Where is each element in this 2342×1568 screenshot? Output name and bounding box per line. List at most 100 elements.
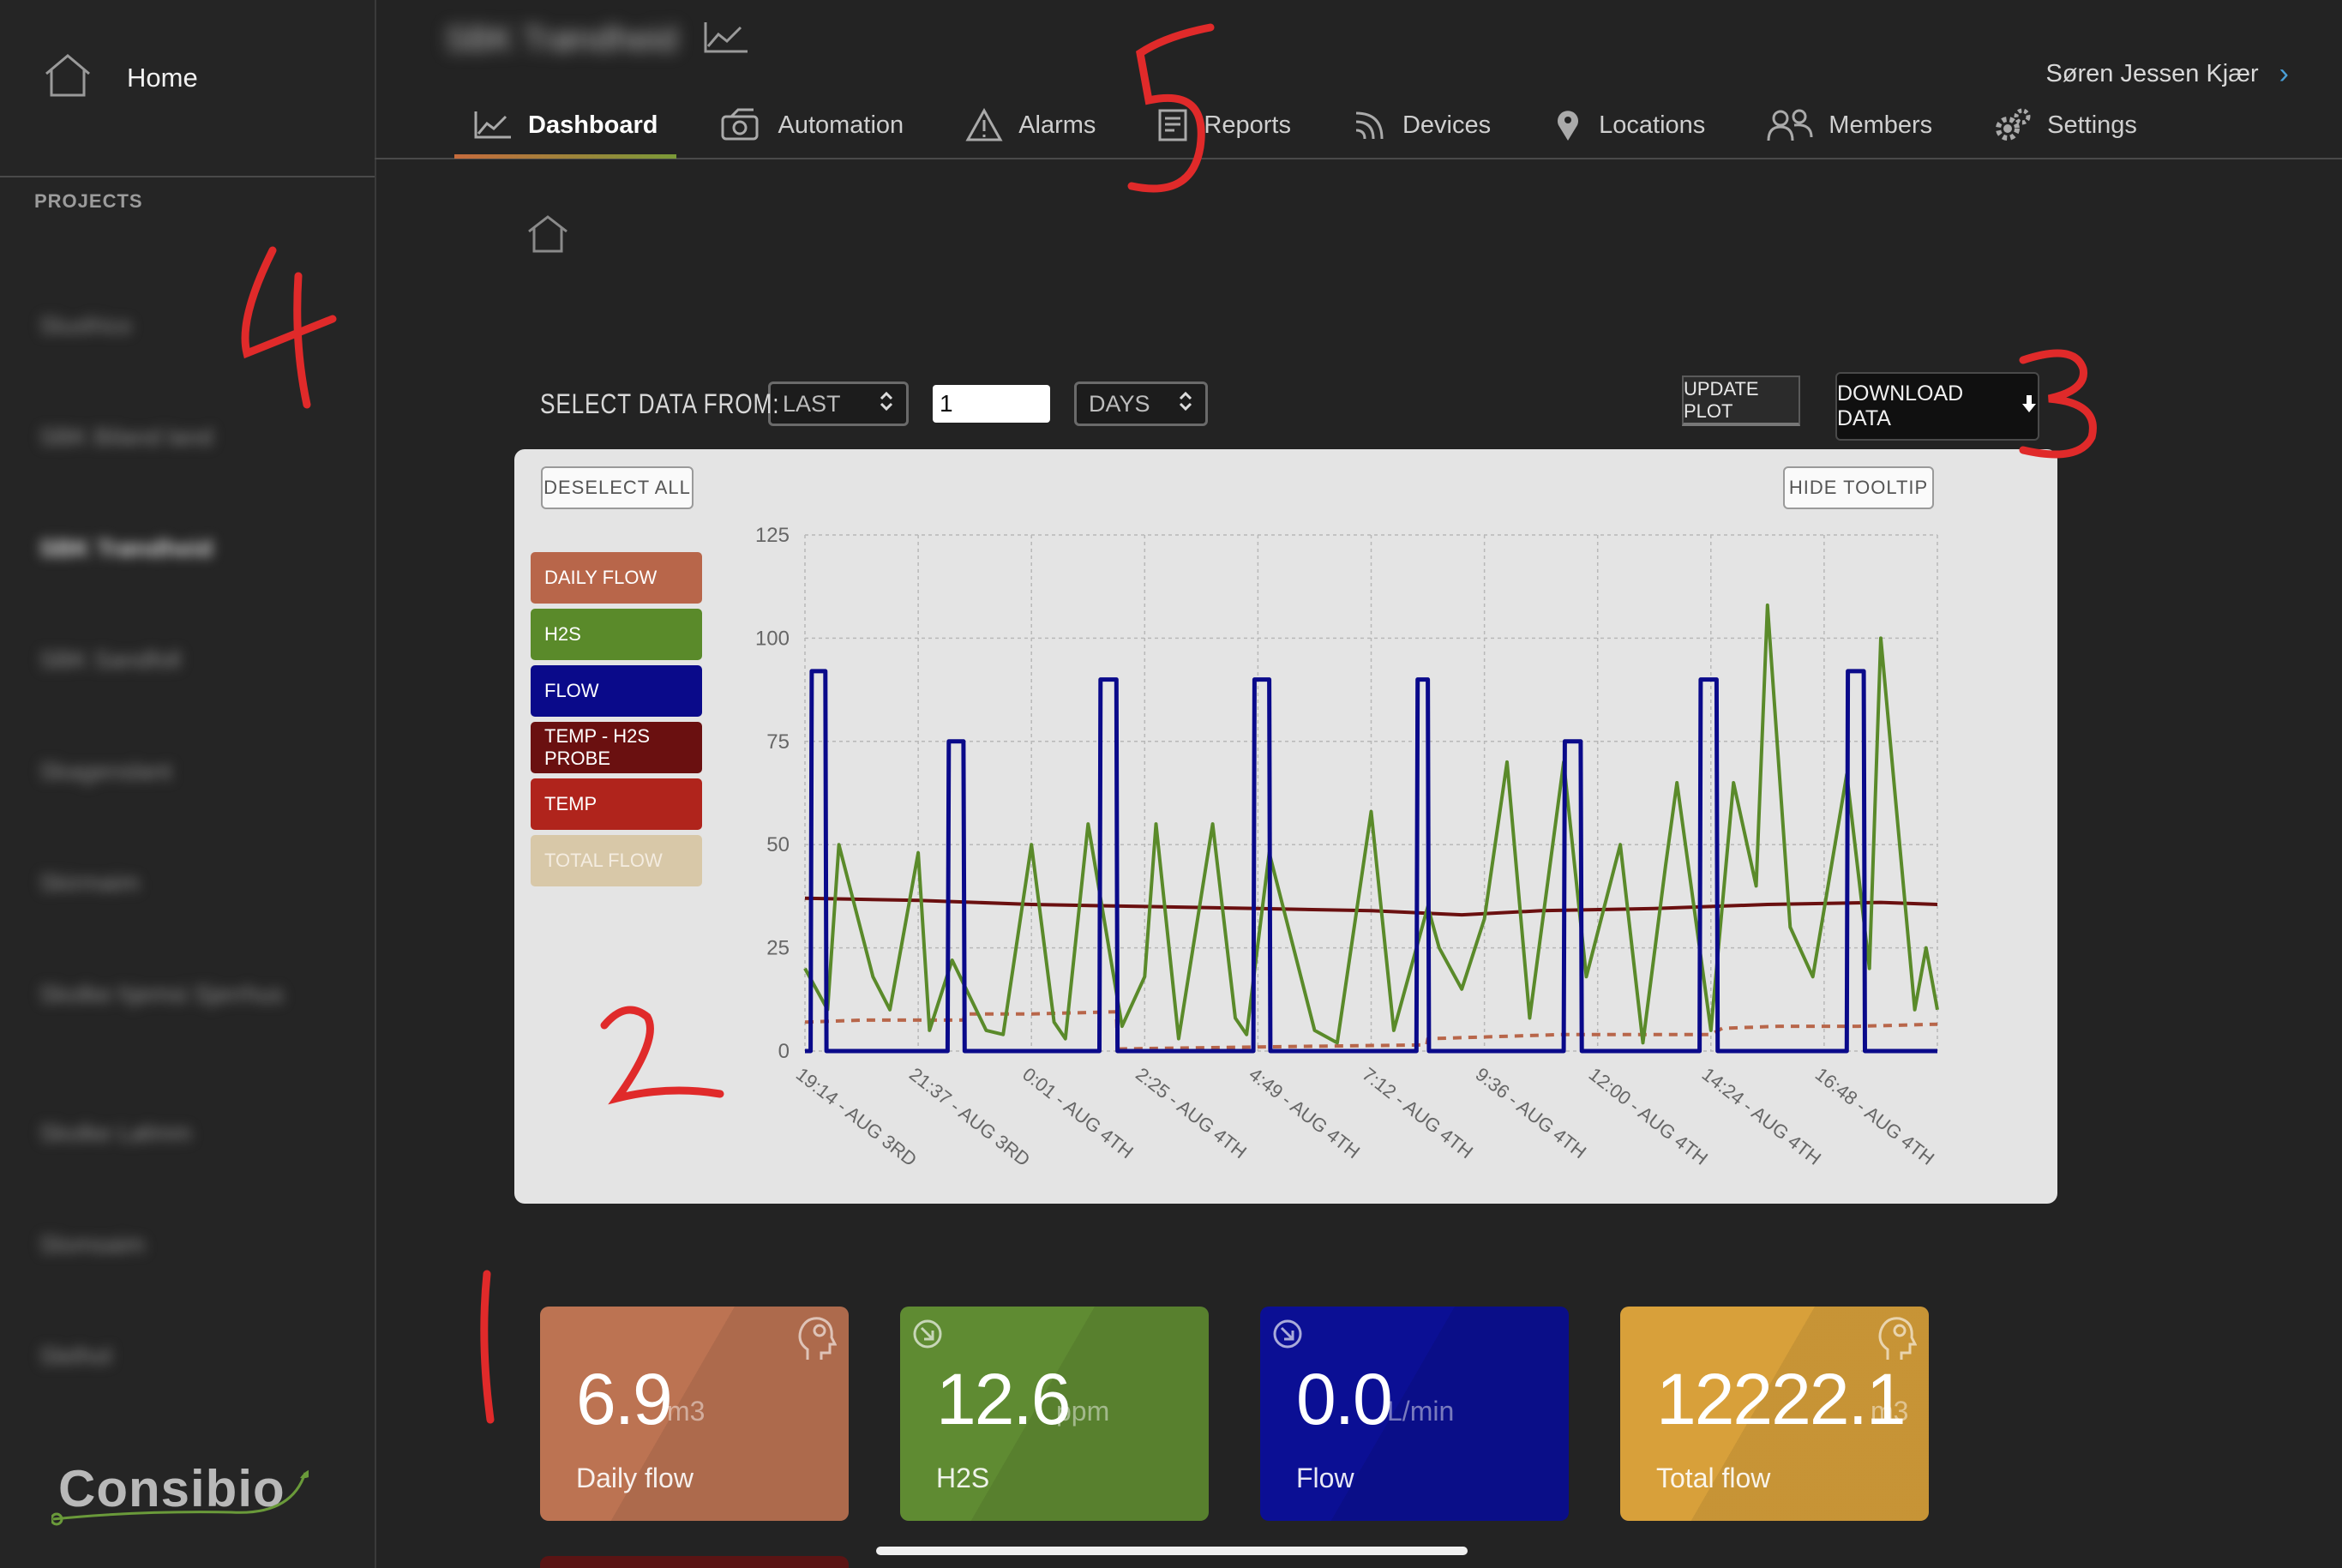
period-select-value: LAST	[783, 390, 841, 417]
x-tick-label: 14:24 - AUG 4TH	[1698, 1063, 1825, 1169]
x-tick-label: 2:25 - AUG 4TH	[1132, 1063, 1251, 1162]
tab-dashboard[interactable]: Dashboard	[454, 96, 677, 159]
report-icon	[1157, 108, 1188, 142]
tab-label: Settings	[2047, 111, 2137, 139]
sidebar-project-item[interactable]: Skagenslant	[39, 758, 331, 785]
top-navigation-bar: SBK Trøndheid Søren Jessen Kjær › Dashbo…	[375, 0, 2342, 159]
unit-select[interactable]: DAYS	[1074, 381, 1208, 426]
tile-unit: m3	[1871, 1396, 1909, 1427]
members-icon	[1767, 108, 1813, 142]
download-data-label: DOWNLOAD DATA	[1837, 381, 1964, 430]
x-tick-label: 7:12 - AUG 4TH	[1358, 1063, 1477, 1162]
tab-label: Automation	[778, 111, 904, 139]
tile-value: 0.0	[1296, 1359, 1393, 1439]
project-title-text: SBK Trøndheid	[445, 21, 678, 58]
x-tick-label: 4:49 - AUG 4TH	[1245, 1063, 1364, 1162]
chevron-right-icon: ›	[2279, 57, 2289, 90]
gears-icon	[1994, 108, 2032, 142]
y-tick-label: 50	[766, 833, 790, 856]
tab-alarms[interactable]: Alarms	[946, 96, 1114, 154]
chart-card: DESELECT ALL HIDE TOOLTIP DAILY FLOW H2S…	[514, 449, 2057, 1204]
tile-unit: m3	[667, 1396, 706, 1427]
metric-tile-flow[interactable]: 0.0 L/min Flow	[1260, 1307, 1569, 1521]
breadcrumb-home-icon[interactable]	[526, 214, 569, 258]
tile-unit: L/min	[1387, 1396, 1455, 1427]
download-data-button[interactable]: DOWNLOAD DATA	[1835, 372, 2039, 441]
tab-label: Reports	[1204, 111, 1291, 139]
x-tick-label: 9:36 - AUG 4TH	[1472, 1063, 1591, 1162]
select-data-label: SELECT DATA FROM:	[540, 387, 780, 419]
x-tick-label: 21:37 - AUG 3RD	[905, 1063, 1034, 1170]
update-plot-label: UPDATE PLOT	[1684, 377, 1759, 422]
x-tick-label: 0:01 - AUG 4TH	[1018, 1063, 1138, 1162]
update-plot-button[interactable]: UPDATE PLOT	[1682, 375, 1800, 426]
tab-label: Dashboard	[528, 111, 658, 139]
sidebar-project-item[interactable]: Skolke Lølmm	[39, 1120, 331, 1147]
tab-reports[interactable]: Reports	[1138, 96, 1310, 154]
tab-label: Alarms	[1018, 111, 1096, 139]
tile-value: 6.9	[576, 1359, 673, 1439]
sidebar-project-item[interactable]: SBK Sandfoll	[39, 646, 331, 674]
warning-triangle-icon	[965, 108, 1003, 142]
tab-settings[interactable]: Settings	[1975, 96, 2156, 154]
projects-heading: PROJECTS	[34, 190, 143, 212]
sidebar-project-item[interactable]: Slusfrico	[39, 312, 331, 339]
user-menu[interactable]: Søren Jessen Kjær ›	[2045, 57, 2289, 91]
signal-icon	[1353, 108, 1387, 142]
metric-tile-total-flow[interactable]: 12222.1 m3 Total flow	[1620, 1307, 1929, 1521]
tile-label: Flow	[1296, 1463, 1354, 1493]
tab-label: Devices	[1402, 111, 1492, 139]
sidebar-project-item-active[interactable]: SBK Trøndheid	[39, 535, 331, 562]
period-select[interactable]: LAST	[768, 381, 909, 426]
sidebar-project-item[interactable]: Skirmaim	[39, 869, 331, 897]
sidebar-divider	[0, 176, 375, 177]
tab-locations[interactable]: Locations	[1534, 96, 1724, 154]
tile-label: Total flow	[1656, 1463, 1771, 1493]
tab-label: Members	[1829, 111, 1933, 139]
next-tile-edge	[540, 1556, 849, 1568]
metric-tile-h2s[interactable]: 12.6 ppm H2S	[900, 1307, 1209, 1521]
tile-label: H2S	[936, 1463, 990, 1493]
y-tick-label: 100	[755, 627, 790, 650]
ai-head-icon	[796, 1315, 838, 1366]
sort-arrows-icon	[879, 390, 894, 418]
sidebar-project-item[interactable]: Slelhol	[39, 1343, 331, 1370]
x-tick-label: 12:00 - AUG 4TH	[1585, 1063, 1712, 1169]
data-range-selector: SELECT DATA FROM: LAST DAYS	[540, 381, 1208, 426]
user-name: Søren Jessen Kjær	[2045, 60, 2259, 87]
home-indicator-bar[interactable]	[876, 1547, 1468, 1555]
y-tick-label: 25	[766, 937, 790, 960]
automation-icon	[719, 108, 762, 142]
y-tick-label: 0	[778, 1040, 790, 1063]
download-arrow-icon	[2021, 394, 2038, 420]
tile-unit: ppm	[1056, 1396, 1110, 1427]
tab-members[interactable]: Members	[1748, 96, 1951, 154]
chart-line-icon	[703, 21, 749, 59]
tab-devices[interactable]: Devices	[1334, 96, 1510, 154]
metric-tile-daily-flow[interactable]: 6.9 m3 Daily flow	[540, 1307, 849, 1521]
tile-label: Daily flow	[576, 1463, 694, 1493]
project-title: SBK Trøndheid	[445, 21, 749, 59]
arrow-down-circle-icon	[1272, 1319, 1303, 1354]
house-icon	[43, 53, 93, 102]
tab-automation[interactable]: Automation	[700, 96, 922, 154]
line-chart[interactable]: 125 100 75 50 25 019:14 - AUG 3RD21:37 - AUG …	[514, 449, 2057, 1204]
x-tick-label: 19:14 - AUG 3RD	[792, 1063, 921, 1170]
sidebar-home-label: Home	[127, 62, 198, 93]
sidebar-home-link[interactable]: Home	[43, 53, 198, 102]
consibio-logo: Consibio	[51, 1459, 309, 1526]
sidebar-project-item[interactable]: SBK Biland land	[39, 424, 331, 451]
x-tick-label: 16:48 - AUG 4TH	[1811, 1063, 1938, 1169]
tile-value: 12.6	[936, 1359, 1071, 1439]
y-tick-label: 125	[755, 524, 790, 547]
sidebar-project-item[interactable]: Slomsaim	[39, 1231, 331, 1259]
annotation-1	[480, 1270, 495, 1424]
y-tick-label: 75	[766, 730, 790, 754]
tab-label: Locations	[1599, 111, 1706, 139]
map-pin-icon	[1552, 108, 1583, 142]
sidebar-project-item[interactable]: Skolke hjemsi Sjerrhus	[39, 981, 331, 1008]
amount-input[interactable]	[933, 385, 1050, 423]
sort-arrows-icon	[1178, 390, 1193, 418]
arrow-down-circle-icon	[912, 1319, 943, 1354]
chart-line-icon	[473, 110, 513, 141]
